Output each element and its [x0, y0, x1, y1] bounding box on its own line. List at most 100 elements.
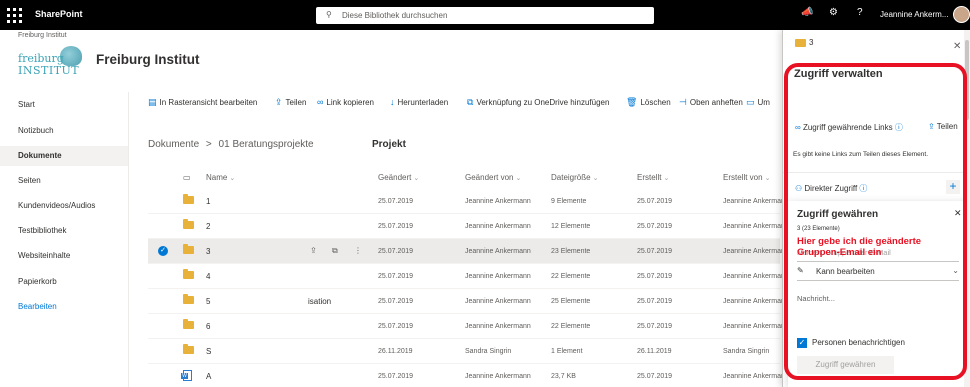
- breadcrumb-current: Projekt: [372, 139, 406, 150]
- nav-divider: [128, 92, 129, 387]
- row-size: 23,7 KB: [551, 373, 576, 380]
- chevron-down-icon: ⌄: [413, 175, 420, 182]
- permission-dropdown[interactable]: ✎ Kann bearbeiten ⌄: [797, 265, 959, 281]
- cmd-grid-edit[interactable]: ▤ In Rasteransicht bearbeiten: [148, 97, 257, 108]
- copy-link-icon[interactable]: ⧉: [332, 246, 338, 256]
- help-icon[interactable]: ?: [857, 7, 863, 18]
- row-name[interactable]: 6: [206, 322, 210, 331]
- table-row-selected[interactable]: ✓ 3 ⇪ ⧉ ⋮ 25.07.2019 Jeannine Ankermann …: [148, 239, 789, 264]
- annotation-text: Hier gebe ich die geänderte Gruppen-Emai…: [797, 236, 922, 258]
- nav-item-papierkorb[interactable]: Papierkorb: [18, 277, 57, 286]
- checkbox-checked-icon[interactable]: ✓: [797, 338, 807, 348]
- row-modified: 25.07.2019: [378, 198, 414, 205]
- row-created: 25.07.2019: [637, 198, 673, 205]
- grid-icon: ▤: [148, 97, 157, 107]
- breadcrumb-root[interactable]: Dokumente: [148, 139, 199, 150]
- column-header-modified[interactable]: Geändert ⌄: [378, 173, 419, 182]
- direct-access-header: ⚇ Direkter Zugriff ⓘ: [795, 184, 868, 193]
- nav-item-websiteinhalte[interactable]: Websiteinhalte: [18, 251, 70, 260]
- column-header-created[interactable]: Erstellt ⌄: [637, 173, 669, 182]
- table-row[interactable]: 4 25.07.2019 Jeannine Ankermann 22 Eleme…: [148, 264, 789, 289]
- table-row[interactable]: 1 25.07.2019 Jeannine Ankermann 9 Elemen…: [148, 189, 789, 214]
- grant-subtitle: 3 (23 Elemente): [797, 226, 840, 232]
- close-icon[interactable]: ✕: [954, 208, 962, 219]
- app-launcher-icon[interactable]: [6, 7, 22, 23]
- row-name[interactable]: 3: [206, 247, 210, 256]
- folder-icon: [183, 294, 194, 304]
- scrollbar-thumb[interactable]: [965, 40, 969, 120]
- grant-access-button[interactable]: Zugriff gewähren: [797, 356, 894, 374]
- close-icon[interactable]: ✕: [953, 41, 961, 52]
- links-header: ∞ Zugriff gewährende Links ⓘ: [795, 123, 903, 132]
- row-name[interactable]: S: [206, 347, 211, 356]
- chevron-down-icon: ⌄: [952, 266, 959, 275]
- nav-item-testbibliothek[interactable]: Testbibliothek: [18, 226, 66, 235]
- table-row[interactable]: 2 25.07.2019 Jeannine Ankermann 12 Eleme…: [148, 214, 789, 239]
- row-modified: 25.07.2019: [378, 248, 414, 255]
- site-logo[interactable]: freiburg INSTITUT: [18, 44, 82, 80]
- row-name[interactable]: 5: [206, 297, 210, 306]
- site-small-name[interactable]: Freiburg Institut: [18, 32, 67, 39]
- more-options-icon[interactable]: ⋮: [354, 246, 362, 255]
- add-access-button[interactable]: +: [946, 180, 960, 194]
- nav-item-notizbuch[interactable]: Notizbuch: [18, 126, 54, 135]
- nav-item-start[interactable]: Start: [18, 100, 35, 109]
- notify-checkbox[interactable]: ✓ Personen benachrichtigen: [797, 338, 905, 348]
- cmd-onedrive-shortcut[interactable]: ⧉ Verknüpfung zu OneDrive hinzufügen: [467, 97, 609, 108]
- row-name[interactable]: 2: [206, 222, 210, 231]
- megaphone-icon[interactable]: 📣: [801, 7, 813, 18]
- row-size: 22 Elemente: [551, 323, 591, 330]
- nav-edit-link[interactable]: Bearbeiten: [18, 302, 57, 311]
- share-icon[interactable]: ⇪: [310, 246, 317, 255]
- column-header-created-by[interactable]: Erstellt von ⌄: [723, 173, 770, 182]
- folder-icon: [183, 344, 194, 354]
- row-created-by: Jeannine Ankermann: [723, 323, 789, 330]
- chevron-down-icon: ⌄: [663, 175, 670, 182]
- nav-item-dokumente[interactable]: Dokumente: [0, 146, 128, 166]
- row-name[interactable]: 1: [206, 197, 210, 206]
- delete-icon: 🗑: [626, 97, 638, 107]
- cmd-rename[interactable]: ▭ Um: [746, 97, 770, 108]
- cmd-share[interactable]: ⇪ Teilen: [275, 97, 306, 108]
- table-row[interactable]: 6 25.07.2019 Jeannine Ankermann 22 Eleme…: [148, 314, 789, 339]
- truncated-text: isation: [308, 297, 332, 306]
- info-icon[interactable]: ⓘ: [859, 184, 867, 193]
- table-row[interactable]: A 25.07.2019 Jeannine Ankermann 23,7 KB …: [148, 364, 789, 387]
- row-modified-by: Sandra Singrin: [465, 348, 512, 355]
- search-input[interactable]: ⚲ Diese Bibliothek durchsuchen: [316, 7, 654, 24]
- info-icon[interactable]: ⓘ: [895, 123, 903, 132]
- row-name[interactable]: A: [206, 372, 211, 381]
- message-field[interactable]: Nachricht...: [797, 294, 835, 303]
- table-row[interactable]: 5 isation 25.07.2019 Jeannine Ankermann …: [148, 289, 789, 314]
- nav-item-kundenvideos[interactable]: Kundenvideos/Audios: [18, 201, 95, 210]
- checkmark-icon[interactable]: ✓: [158, 246, 168, 256]
- avatar[interactable]: [953, 6, 970, 23]
- row-size: 23 Elemente: [551, 248, 591, 255]
- table-row[interactable]: S 26.11.2019 Sandra Singrin 1 Element 26…: [148, 339, 780, 364]
- row-name[interactable]: 4: [206, 272, 210, 281]
- file-type-header-icon[interactable]: ▭: [183, 173, 191, 182]
- site-title[interactable]: Freiburg Institut: [96, 52, 200, 67]
- cmd-download[interactable]: ↓ Herunterladen: [390, 97, 448, 107]
- cmd-copy-link[interactable]: ∞ Link kopieren: [317, 97, 374, 107]
- nav-item-seiten[interactable]: Seiten: [18, 176, 41, 185]
- gear-icon[interactable]: ⚙: [829, 7, 838, 18]
- column-header-modified-by[interactable]: Geändert von ⌄: [465, 173, 521, 182]
- scrollbar[interactable]: [964, 30, 970, 387]
- row-created-by: Jeannine Ankermann: [723, 248, 789, 255]
- app-name[interactable]: SharePoint: [35, 9, 83, 19]
- search-placeholder: Diese Bibliothek durchsuchen: [342, 11, 448, 20]
- column-header-name[interactable]: Name ⌄: [206, 173, 235, 182]
- row-size: 25 Elemente: [551, 298, 591, 305]
- cmd-delete[interactable]: 🗑 Löschen: [626, 97, 671, 108]
- row-modified: 25.07.2019: [378, 373, 414, 380]
- command-bar: ▤ In Rasteransicht bearbeiten ⇪ Teilen ∞ Li…: [140, 97, 780, 111]
- breadcrumb-folder[interactable]: 01 Beratungsprojekte: [219, 139, 314, 150]
- row-created-by: Sandra Singrin: [723, 348, 770, 355]
- user-name[interactable]: Jeannine Ankerm...: [880, 10, 948, 19]
- row-size: 22 Elemente: [551, 273, 591, 280]
- row-created: 25.07.2019: [637, 248, 673, 255]
- share-button[interactable]: ⇪ Teilen: [928, 122, 958, 131]
- cmd-pin-top[interactable]: ⊣ Oben anheften: [679, 97, 743, 108]
- column-header-size[interactable]: Dateigröße ⌄: [551, 173, 598, 182]
